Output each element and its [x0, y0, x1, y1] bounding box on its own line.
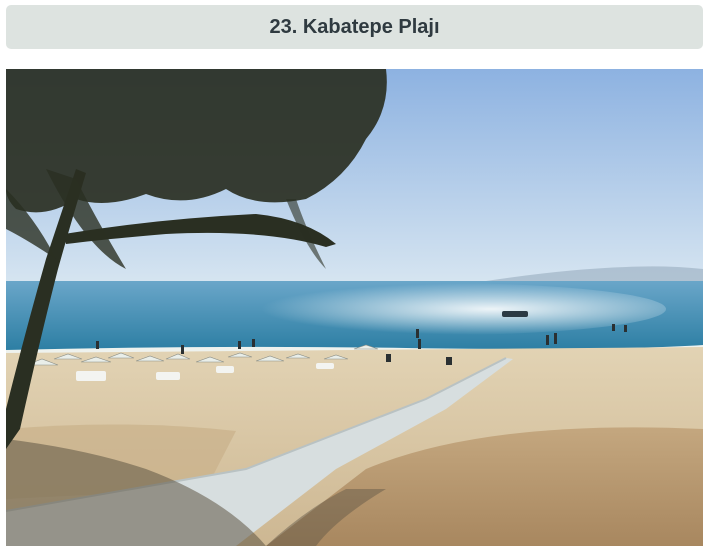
- beach-photo-illustration: [6, 69, 703, 546]
- page-title: 23. Kabatepe Plajı: [269, 15, 440, 38]
- title-bar: 23. Kabatepe Plajı: [6, 5, 703, 49]
- sun-glare: [206, 283, 666, 335]
- beach-photo: [6, 69, 703, 546]
- boat: [502, 311, 528, 317]
